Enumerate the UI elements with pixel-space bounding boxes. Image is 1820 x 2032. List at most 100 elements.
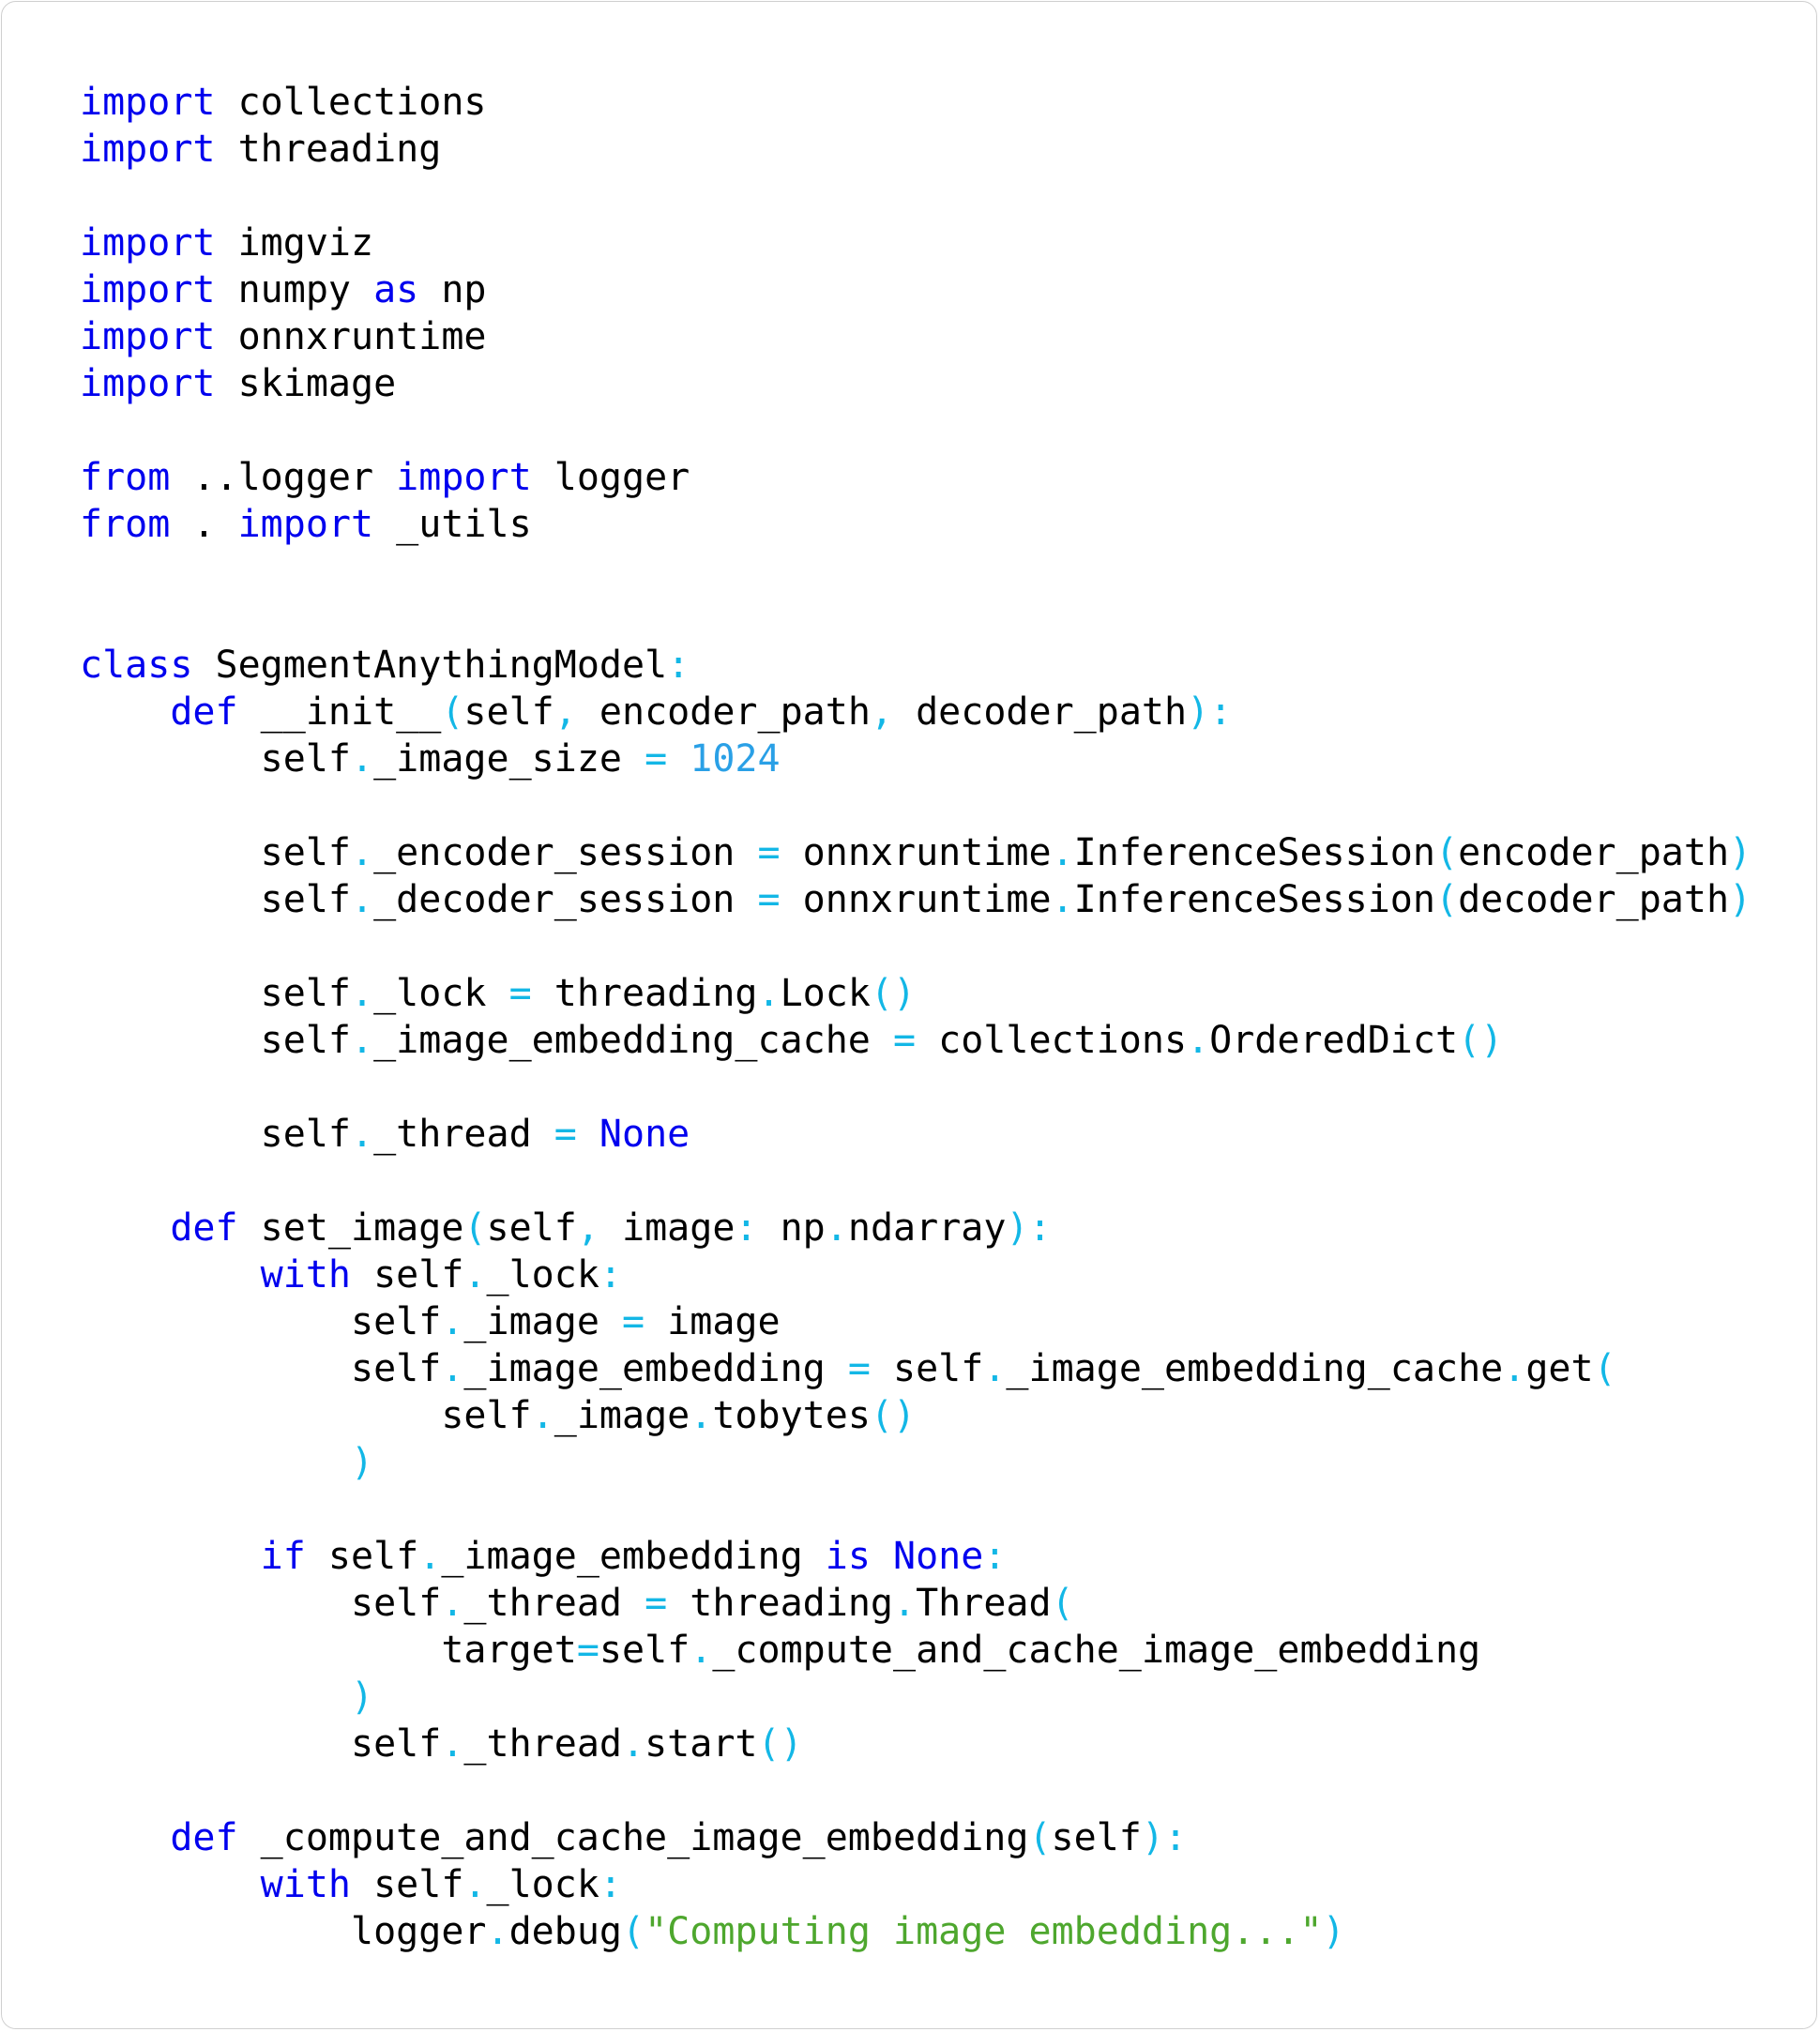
operator-token: . — [690, 1629, 713, 1672]
operator-token: . — [350, 972, 374, 1015]
operator-token: , — [576, 1206, 599, 1250]
identifier-token: _image_embedding_cache — [1006, 1347, 1504, 1390]
operator-token: ) — [350, 1441, 374, 1484]
identifier-token: np — [418, 268, 487, 311]
identifier-token: self — [80, 831, 351, 874]
keyword-token: None — [893, 1535, 984, 1578]
keyword-token: None — [599, 1113, 690, 1156]
identifier-token: . — [170, 503, 238, 546]
identifier-token: _compute_and_cache_image_embedding — [237, 1816, 1029, 1859]
operator-token: = — [621, 1300, 645, 1343]
code-line: self._lock = threading.Lock() — [80, 970, 1752, 1017]
identifier-token: self — [80, 1347, 442, 1390]
code-line: import onnxruntime — [80, 313, 1752, 360]
operator-token: . — [1051, 831, 1074, 874]
keyword-token: import — [80, 81, 216, 124]
code-line: if self._image_embedding is None: — [80, 1533, 1752, 1580]
code-line: def __init__(self, encoder_path, decoder… — [80, 689, 1752, 735]
operator-token: : — [735, 1206, 758, 1250]
identifier-token — [80, 1441, 351, 1484]
identifier-token: _image_embedding — [463, 1347, 848, 1390]
code-line: self._thread = None — [80, 1111, 1752, 1158]
identifier-token: self — [80, 1582, 442, 1625]
keyword-token: import — [80, 268, 216, 311]
operator-token: = — [892, 1019, 917, 1062]
operator-token: ( — [1051, 1582, 1074, 1625]
identifier-token: encoder_path — [576, 690, 871, 734]
identifier-token: self — [80, 1394, 532, 1437]
code-line: from ..logger import logger — [80, 454, 1752, 501]
operator-token: () — [870, 972, 917, 1015]
identifier-token: _lock — [486, 1253, 599, 1297]
operator-token: . — [350, 878, 374, 921]
operator-token: ( — [1434, 831, 1459, 874]
blank-code-line — [80, 595, 1752, 642]
string-token: "Computing image embedding..." — [645, 1910, 1323, 1953]
identifier-token: decoder_path — [1458, 878, 1730, 921]
code-line: with self._lock: — [80, 1251, 1752, 1298]
operator-token: = — [554, 1113, 577, 1156]
identifier-token: self — [80, 737, 351, 781]
code-line: import collections — [80, 79, 1752, 126]
identifier-token: __init__ — [237, 690, 442, 734]
operator-token: . — [463, 1863, 487, 1906]
identifier-token: logger — [80, 1910, 487, 1953]
blank-code-line — [80, 1064, 1752, 1111]
identifier-token: numpy — [215, 268, 374, 311]
code-line: import numpy as np — [80, 266, 1752, 313]
identifier-token: encoder_path — [1458, 831, 1730, 874]
identifier-token: self — [80, 1300, 442, 1343]
identifier-token: threading — [531, 972, 758, 1015]
code-line: def _compute_and_cache_image_embedding(s… — [80, 1814, 1752, 1861]
identifier-token: skimage — [215, 362, 397, 405]
code-line: with self._lock: — [80, 1861, 1752, 1908]
operator-token: . — [825, 1206, 848, 1250]
keyword-token: import — [80, 315, 216, 358]
keyword-token: with — [260, 1863, 351, 1906]
identifier-token: tobytes — [712, 1394, 871, 1437]
operator-token: . — [1051, 878, 1074, 921]
keyword-token: from — [80, 456, 171, 499]
identifier-token — [80, 1816, 170, 1859]
code-snippet-card: import collections import threading import… — [1, 1, 1817, 2029]
keyword-token: import — [80, 128, 216, 171]
identifier-token: self — [80, 1113, 351, 1156]
identifier-token: start — [645, 1722, 758, 1766]
identifier-token: onnxruntime — [215, 315, 487, 358]
identifier-token: self — [80, 972, 351, 1015]
operator-token: = — [508, 972, 532, 1015]
operator-token: ( — [463, 1206, 487, 1250]
keyword-token: import — [237, 503, 374, 546]
code-line: self._decoder_session = onnxruntime.Infe… — [80, 876, 1752, 923]
operator-token: . — [690, 1394, 713, 1437]
identifier-token: _utils — [373, 503, 532, 546]
operator-token: : — [983, 1535, 1007, 1578]
identifier-token — [80, 1253, 261, 1297]
blank-code-line — [80, 173, 1752, 220]
code-line: self._image_embedding = self._image_embe… — [80, 1345, 1752, 1392]
operator-token: ( — [622, 1910, 645, 1953]
identifier-token: ..logger — [170, 456, 397, 499]
keyword-token: from — [80, 503, 171, 546]
operator-token: . — [1187, 1019, 1210, 1062]
identifier-token: image — [645, 1300, 781, 1343]
code-line: self._image_size = 1024 — [80, 735, 1752, 782]
operator-token: . — [441, 1722, 464, 1766]
operator-token: ( — [1593, 1347, 1616, 1390]
identifier-token: collections — [916, 1019, 1188, 1062]
operator-token: , — [870, 690, 894, 734]
code-line: import threading — [80, 126, 1752, 173]
identifier-token: _image — [463, 1300, 622, 1343]
operator-token: = — [757, 831, 781, 874]
identifier-token: threading — [215, 128, 442, 171]
identifier-token — [577, 1113, 599, 1156]
operator-token: . — [350, 1113, 374, 1156]
identifier-token: InferenceSession — [1073, 831, 1435, 874]
identifier-token: ndarray — [847, 1206, 1007, 1250]
keyword-token: def — [170, 690, 238, 734]
blank-code-line — [80, 1486, 1752, 1533]
operator-token: . — [350, 737, 374, 781]
code-line: self._encoder_session = onnxruntime.Infe… — [80, 829, 1752, 876]
identifier-token: _thread — [463, 1582, 645, 1625]
operator-token: : — [599, 1253, 623, 1297]
